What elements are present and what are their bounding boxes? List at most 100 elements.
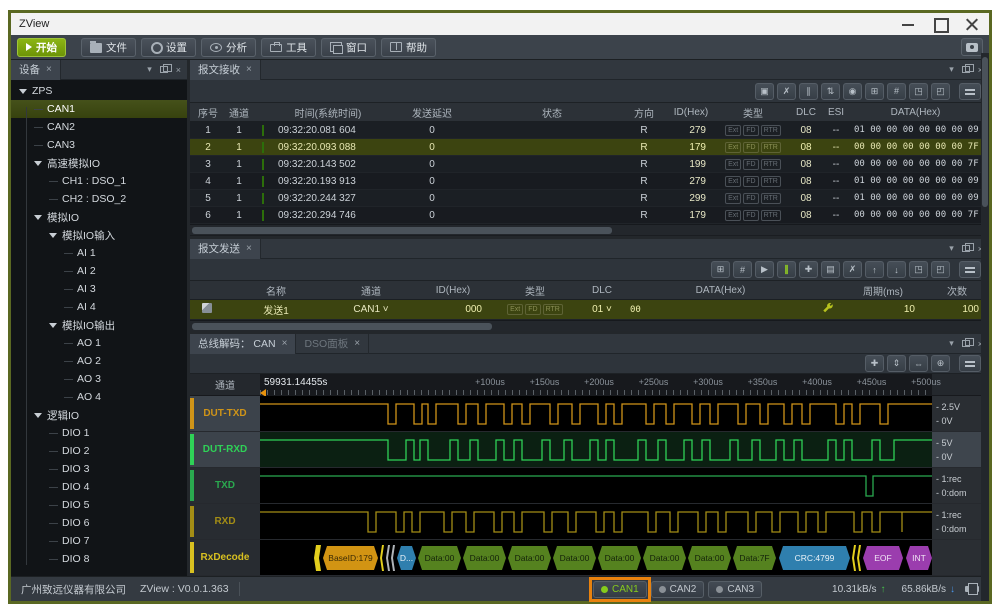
dock-panel-icon[interactable]: ◰: [931, 83, 950, 100]
export-icon[interactable]: ◳: [909, 261, 928, 278]
channel-label[interactable]: TXD: [190, 468, 260, 503]
expand-arrow-icon[interactable]: [19, 89, 27, 94]
pause-refresh-icon[interactable]: ∥: [799, 83, 818, 100]
sidebar-item-can1[interactable]: CAN1: [11, 100, 187, 118]
column-header[interactable]: 周期(ms): [841, 283, 925, 298]
horizontal-scrollbar[interactable]: [190, 320, 989, 331]
decode-block[interactable]: EOF: [863, 546, 903, 570]
decode-block[interactable]: Data:00: [643, 546, 686, 570]
start-button[interactable]: 开始: [17, 38, 66, 57]
decode-marker[interactable]: [380, 545, 384, 571]
column-header[interactable]: 方向: [622, 105, 666, 120]
column-header[interactable]: 类型: [716, 105, 790, 120]
sidebar-item--io-[interactable]: 模拟IO输入: [11, 226, 187, 244]
column-header[interactable]: 名称: [224, 283, 328, 298]
sidebar-item-ao-3[interactable]: AO 3: [11, 370, 187, 388]
zoom-icon[interactable]: ⊕: [931, 355, 950, 372]
tab-dso-panel[interactable]: DSO面板×: [296, 334, 369, 354]
hex-format-icon[interactable]: #: [733, 261, 752, 278]
channel-plot[interactable]: BaseID:179D...Data:00Data:00Data:00Data:…: [260, 540, 932, 575]
sidebar-item-zps[interactable]: ZPS: [11, 82, 187, 100]
sidebar-item--io[interactable]: 逻辑IO: [11, 406, 187, 424]
close-tab-icon[interactable]: ×: [282, 338, 288, 349]
dropdown-chevron-icon[interactable]: ▾: [949, 243, 954, 254]
sidebar-item-dio-3[interactable]: DIO 3: [11, 460, 187, 478]
channel-plot[interactable]: [260, 432, 932, 467]
sidebar-item--io[interactable]: 模拟IO: [11, 208, 187, 226]
add-frame-icon[interactable]: ✚: [799, 261, 818, 278]
printer-icon[interactable]: [965, 583, 979, 595]
id-format-icon[interactable]: ⊞: [711, 261, 730, 278]
table-row[interactable]: 6109:32:20.294 7460R179ExtFDRTR08--00 00…: [190, 207, 981, 224]
expand-arrow-icon[interactable]: [34, 413, 42, 418]
column-header[interactable]: ESI: [822, 107, 850, 118]
column-header[interactable]: 通道: [328, 283, 414, 298]
column-header[interactable]: 状态: [482, 105, 622, 120]
tab-device[interactable]: 设备 ×: [11, 60, 61, 80]
float-panel-icon[interactable]: [962, 245, 970, 252]
channel-label[interactable]: RXD: [190, 504, 260, 539]
expand-arrow-icon[interactable]: [34, 161, 42, 166]
channel-select[interactable]: CAN1 ˅: [328, 304, 414, 315]
sidebar-item-can3[interactable]: CAN3: [11, 136, 187, 154]
expand-arrow-icon[interactable]: [49, 323, 57, 328]
dropdown-chevron-icon[interactable]: ▾: [147, 64, 152, 75]
sidebar-item-dio-2[interactable]: DIO 2: [11, 442, 187, 460]
import-icon[interactable]: ◰: [931, 261, 950, 278]
tab-receive[interactable]: 报文接收 ×: [190, 60, 261, 80]
decode-block[interactable]: Data:00: [418, 546, 461, 570]
sidebar-item-ai-3[interactable]: AI 3: [11, 280, 187, 298]
play-icon[interactable]: ▶: [755, 261, 774, 278]
table-row[interactable]: 5109:32:20.244 3270R299ExtFDRTR08--01 00…: [190, 190, 981, 207]
sidebar-item-dio-6[interactable]: DIO 6: [11, 514, 187, 532]
hex-format-icon[interactable]: #: [887, 83, 906, 100]
sidebar-item-ai-1[interactable]: AI 1: [11, 244, 187, 262]
decode-block[interactable]: INT: [906, 546, 932, 570]
clear-icon[interactable]: ✗: [777, 83, 796, 100]
maximize-icon[interactable]: [931, 17, 949, 31]
tab-bus-decode[interactable]: 总线解码： CAN×: [190, 334, 296, 354]
move-up-icon[interactable]: ↑: [865, 261, 884, 278]
sidebar-item-ai-4[interactable]: AI 4: [11, 298, 187, 316]
column-header[interactable]: DLC: [578, 285, 626, 296]
status-channel-can3[interactable]: CAN3: [708, 581, 762, 598]
add-list-icon[interactable]: ▤: [821, 261, 840, 278]
cell-data[interactable]: 00: [626, 305, 815, 315]
timer-icon[interactable]: ◉: [843, 83, 862, 100]
decode-marker[interactable]: [857, 545, 861, 571]
decode-block[interactable]: Data:7F: [733, 546, 776, 570]
status-channel-can2[interactable]: CAN2: [651, 581, 705, 598]
sidebar-item-ai-2[interactable]: AI 2: [11, 262, 187, 280]
sidebar-item--io-[interactable]: 模拟IO输出: [11, 316, 187, 334]
sidebar-item-ch1-dso_1[interactable]: CH1 : DSO_1: [11, 172, 187, 190]
decode-marker[interactable]: [314, 545, 321, 571]
channel-plot[interactable]: [260, 468, 932, 503]
column-header[interactable]: 类型: [492, 283, 578, 298]
cursor-crosshair-icon[interactable]: ✚: [865, 355, 884, 372]
decode-marker[interactable]: [386, 545, 390, 571]
table-row[interactable]: 4109:32:20.193 9130R279ExtFDRTR08--01 00…: [190, 173, 981, 190]
table-row[interactable]: 2109:32:20.093 0880R179ExtFDRTR08--00 00…: [190, 139, 981, 156]
decode-block[interactable]: Data:00: [463, 546, 506, 570]
decode-marker[interactable]: [852, 545, 856, 571]
dlc-select[interactable]: 01 ˅: [578, 304, 626, 315]
decode-marker[interactable]: [391, 545, 395, 571]
dropdown-chevron-icon[interactable]: ▾: [949, 64, 954, 75]
horizontal-scrollbar[interactable]: [190, 224, 981, 235]
column-header[interactable]: DLC: [790, 107, 822, 118]
channel-label[interactable]: DUT-RXD: [190, 432, 260, 467]
channel-label[interactable]: RxDecode: [190, 540, 260, 575]
toolbar-button-window[interactable]: 窗口: [321, 38, 376, 57]
toolbar-button-settings[interactable]: 设置: [141, 38, 196, 57]
send-table-row[interactable]: 发送1CAN1 ˅000ExtFDRTR01 ˅0010100: [190, 300, 989, 320]
fit-vertical-icon[interactable]: ⇕: [887, 355, 906, 372]
expand-arrow-icon[interactable]: [49, 233, 57, 238]
decode-block[interactable]: CRC:4799: [779, 546, 850, 570]
vertical-scrollbar[interactable]: [981, 53, 989, 601]
cell-id[interactable]: 000: [414, 304, 492, 315]
minimize-icon[interactable]: [899, 17, 917, 31]
toolbar-button-file[interactable]: 文件: [81, 38, 136, 57]
column-header[interactable]: ID(Hex): [666, 107, 716, 118]
fit-horizontal-icon[interactable]: ⇔: [909, 355, 928, 372]
decode-block[interactable]: BaseID:179: [323, 546, 378, 570]
